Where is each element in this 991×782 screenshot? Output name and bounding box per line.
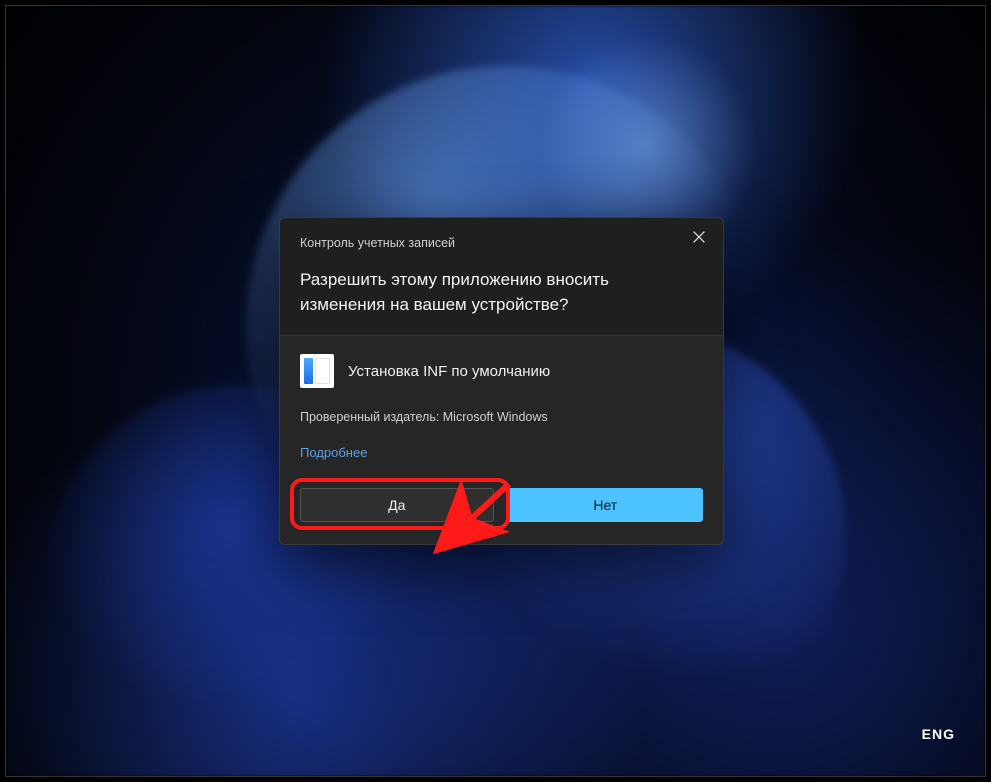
close-icon <box>693 230 705 248</box>
no-button[interactable]: Нет <box>508 488 704 522</box>
yes-button[interactable]: Да <box>300 488 494 522</box>
dialog-body: Установка INF по умолчанию Проверенный и… <box>280 336 723 544</box>
details-link[interactable]: Подробнее <box>300 445 367 460</box>
screen-frame: ENG Контроль учетных записей Разрешить э… <box>5 5 986 777</box>
close-button[interactable] <box>681 224 717 254</box>
language-indicator[interactable]: ENG <box>922 726 955 742</box>
button-row: Да Нет <box>300 488 703 522</box>
uac-dialog: Контроль учетных записей Разрешить этому… <box>279 217 724 545</box>
publisher-line: Проверенный издатель: Microsoft Windows <box>300 410 703 424</box>
dialog-header: Контроль учетных записей Разрешить этому… <box>280 218 723 336</box>
dialog-question: Разрешить этому приложению вносить измен… <box>300 268 703 317</box>
dialog-title: Контроль учетных записей <box>300 236 703 250</box>
app-icon <box>300 354 334 388</box>
app-name: Установка INF по умолчанию <box>348 363 550 380</box>
app-row: Установка INF по умолчанию <box>300 354 703 388</box>
